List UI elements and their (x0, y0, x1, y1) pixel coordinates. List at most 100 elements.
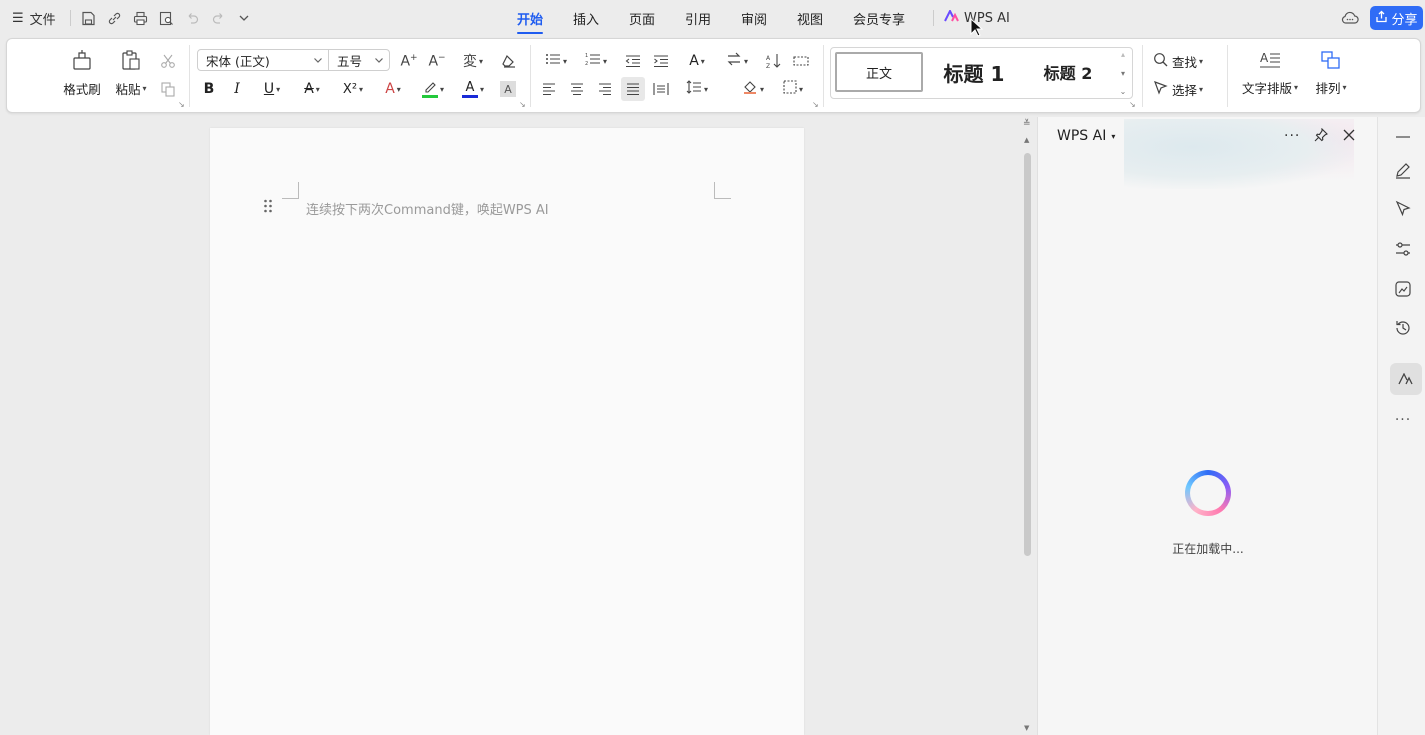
align-center-icon[interactable] (567, 79, 587, 99)
show-marks-icon[interactable] (791, 51, 811, 71)
pen-icon[interactable] (1393, 160, 1413, 180)
undo-icon[interactable] (183, 9, 201, 27)
more-icon[interactable]: ··· (1393, 410, 1413, 430)
find-label: 查找 (1172, 54, 1198, 70)
divider (530, 45, 531, 107)
arrange-button[interactable]: 排列 ▾ (1309, 47, 1353, 99)
chevron-down-icon: ▾ (1199, 84, 1204, 94)
link-icon[interactable] (105, 9, 123, 27)
style-heading2[interactable]: 标题 2 (1025, 52, 1111, 92)
quick-access-dropdown-icon[interactable] (235, 9, 253, 27)
cloud-sync-icon[interactable] (1341, 9, 1359, 27)
image-edit-icon[interactable] (1393, 279, 1413, 299)
select-button[interactable]: 选择 ▾ (1153, 79, 1215, 99)
highlight-color-button[interactable]: ▾ (417, 79, 449, 99)
chevron-down-icon: ▾ (142, 83, 147, 93)
align-right-icon[interactable] (595, 79, 615, 99)
tab-view[interactable]: 视图 (797, 9, 823, 31)
styles-group-launcher-icon[interactable]: ↘ (1129, 100, 1136, 109)
vertical-scrollbar[interactable]: ≚ ▲ ▼ (1020, 118, 1036, 735)
save-icon[interactable] (79, 9, 97, 27)
paragraph-group-launcher-icon[interactable]: ↘ (812, 100, 819, 109)
bold-icon[interactable]: B (199, 79, 219, 99)
paste-button[interactable]: 粘贴 ▾ (111, 47, 151, 99)
bullet-list-button[interactable]: ▾ (541, 51, 571, 71)
history-icon[interactable] (1393, 318, 1413, 338)
text-layout-button[interactable]: A 文字排版 ▾ (1239, 47, 1301, 99)
character-shading-icon[interactable]: A (500, 81, 516, 97)
find-button[interactable]: 查找 ▾ (1153, 51, 1215, 71)
style-heading1[interactable]: 标题 1 (931, 52, 1017, 92)
wps-ai-rail-icon[interactable] (1390, 363, 1422, 395)
scroll-up-icon[interactable]: ▲ (1024, 136, 1029, 144)
chevron-down-icon: ▾ (1294, 82, 1299, 92)
underline-button[interactable]: U ▾ (257, 79, 287, 99)
font-group-launcher-icon[interactable]: ↘ (519, 100, 526, 109)
font-size-select[interactable]: 五号 (328, 49, 390, 71)
document-placeholder[interactable]: 连续按下两次Command键，唤起WPS AI (306, 199, 549, 218)
tab-member[interactable]: 会员专享 (853, 9, 905, 31)
font-name-select[interactable]: 宋体 (正文) (197, 49, 329, 71)
cut-icon[interactable] (158, 51, 178, 71)
strikethrough-button[interactable]: A ▾ (297, 79, 327, 99)
decrease-indent-icon[interactable] (623, 51, 643, 71)
scrollbar-thumb[interactable] (1024, 153, 1031, 556)
more-options-icon[interactable]: ··· (1284, 128, 1300, 144)
share-button[interactable]: 分享 (1370, 6, 1423, 30)
tab-insert[interactable]: 插入 (573, 9, 599, 31)
style-normal[interactable]: 正文 (835, 52, 923, 92)
shading-button[interactable]: ▾ (737, 79, 769, 99)
expand-styles-icon[interactable]: ⌄ (1120, 87, 1127, 96)
tab-page[interactable]: 页面 (629, 9, 655, 31)
select-pointer-icon[interactable] (1393, 199, 1413, 219)
tab-references[interactable]: 引用 (685, 9, 711, 31)
chevron-down-icon: ▾ (1111, 131, 1116, 141)
italic-icon[interactable]: I (227, 79, 247, 99)
adjust-sliders-icon[interactable] (1393, 239, 1413, 259)
font-color-button[interactable]: A ▾ (457, 79, 489, 99)
align-left-icon[interactable] (539, 79, 559, 99)
text-flow-button[interactable]: ▾ (721, 51, 753, 71)
increase-indent-icon[interactable] (651, 51, 671, 71)
borders-button[interactable]: ▾ (777, 79, 809, 99)
format-painter-button[interactable]: 格式刷 (63, 47, 101, 99)
scroll-up-icon[interactable]: ▴ (1121, 50, 1125, 59)
increase-font-size-icon[interactable]: A+ (399, 51, 419, 71)
ai-panel-title-dropdown[interactable]: WPS AI ▾ (1057, 128, 1115, 144)
scroll-down-icon[interactable]: ▾ (1121, 69, 1125, 78)
file-menu-label: 文件 (29, 12, 56, 28)
justify-icon[interactable] (621, 77, 645, 101)
sort-icon[interactable]: AZ (763, 51, 783, 71)
tab-review[interactable]: 审阅 (741, 9, 767, 31)
wps-ai-panel: WPS AI ▾ ··· 正在加载中... (1037, 117, 1378, 735)
print-preview-icon[interactable] (157, 9, 175, 27)
document-page[interactable]: 连续按下两次Command键，唤起WPS AI (210, 128, 804, 735)
styles-scroller[interactable]: ▴ ▾ ⌄ (1116, 50, 1130, 96)
copy-icon[interactable] (158, 79, 178, 99)
drag-handle-icon[interactable] (263, 199, 273, 217)
decrease-font-size-icon[interactable]: A− (427, 51, 447, 71)
distributed-align-icon[interactable] (651, 79, 671, 99)
top-menu-bar: ☰ 文件 开始 插入 页面 引用 审阅 视图 会员专享 WPS AI 分享 (0, 0, 1425, 37)
clipboard-group-launcher-icon[interactable]: ↘ (178, 100, 185, 109)
style-normal-label: 正文 (865, 66, 892, 82)
pin-icon[interactable] (1314, 127, 1328, 146)
file-menu[interactable]: ☰ 文件 (12, 8, 56, 28)
scroll-down-icon[interactable]: ▼ (1024, 724, 1029, 732)
underline-icon: U (263, 81, 275, 97)
collapse-icon[interactable] (1393, 127, 1413, 147)
close-icon[interactable] (1343, 129, 1355, 145)
text-effect-button[interactable]: A ▾ (377, 79, 409, 99)
tab-home[interactable]: 开始 (517, 9, 544, 34)
text-layout-icon: A (1259, 50, 1281, 74)
text-direction-button[interactable]: A ▾ (681, 51, 713, 71)
split-view-icon[interactable]: ≚ (1023, 120, 1031, 129)
print-icon[interactable] (131, 9, 149, 27)
clear-format-icon[interactable] (499, 51, 519, 71)
phonetic-guide-button[interactable]: 変 ▾ (457, 51, 489, 71)
superscript-button[interactable]: X² ▾ (337, 79, 369, 99)
numbered-list-button[interactable]: 12 ▾ (581, 51, 611, 71)
format-painter-label: 格式刷 (63, 81, 101, 97)
line-spacing-button[interactable]: ▾ (681, 79, 713, 99)
redo-icon[interactable] (209, 9, 227, 27)
